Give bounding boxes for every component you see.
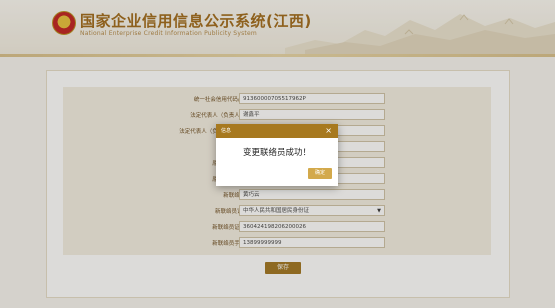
dialog-header: 信息 ×	[216, 124, 338, 138]
close-icon[interactable]: ×	[325, 124, 332, 138]
success-dialog: 信息 × 变更联络员成功！ 确定	[216, 124, 338, 186]
dialog-message: 变更联络员成功！	[242, 148, 311, 158]
dialog-title: 信息	[221, 128, 232, 134]
confirm-button[interactable]: 确定	[308, 168, 332, 179]
